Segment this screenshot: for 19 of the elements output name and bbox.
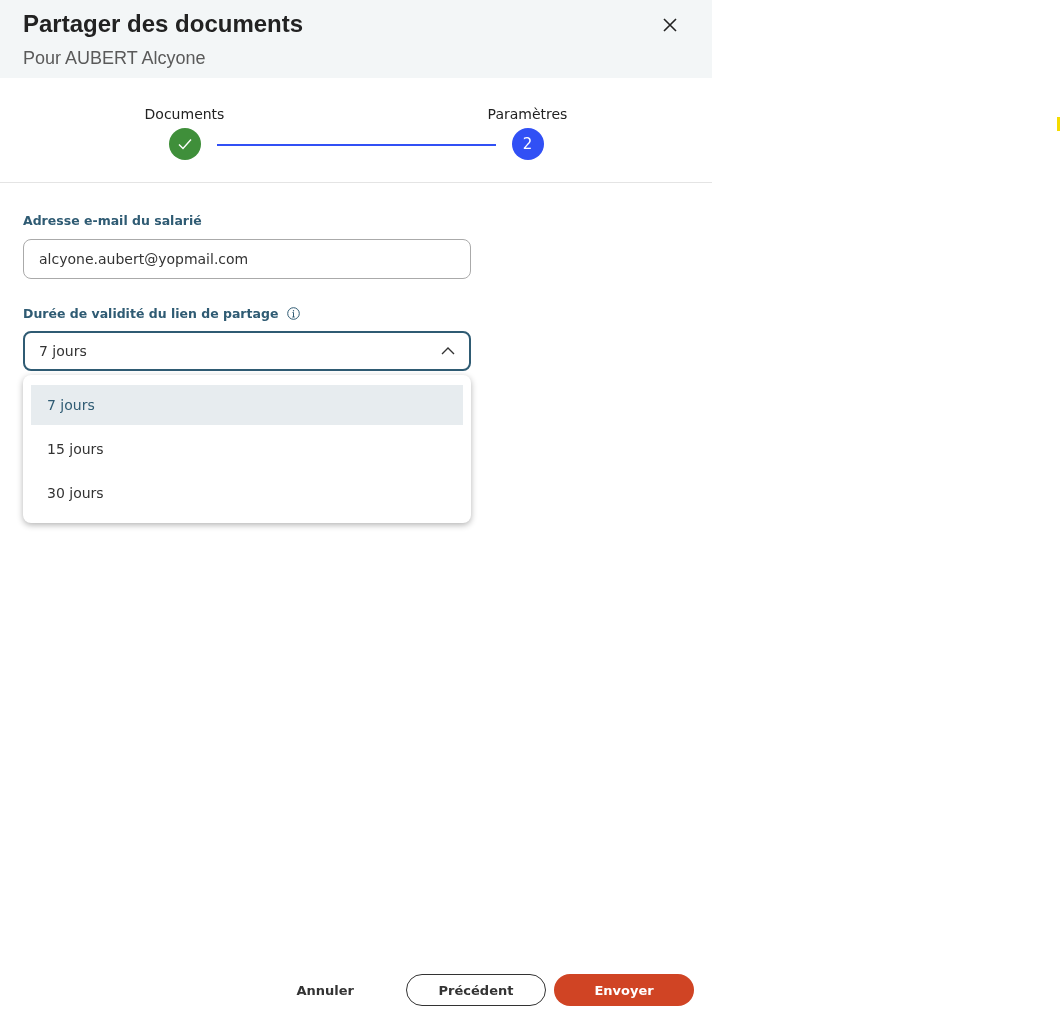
dropdown-option[interactable]: 7 jours: [31, 385, 463, 425]
previous-button[interactable]: Précédent: [406, 974, 546, 1006]
dropdown-option[interactable]: 30 jours: [31, 473, 463, 513]
close-icon[interactable]: [663, 18, 677, 32]
duration-select[interactable]: 7 jours: [23, 331, 471, 371]
step-label: Documents: [144, 105, 225, 123]
info-icon[interactable]: [287, 307, 301, 320]
edge-mark: [1057, 117, 1060, 131]
send-button[interactable]: Envoyer: [554, 974, 694, 1006]
dialog-title: Partager des documents: [23, 10, 304, 38]
step-label: Paramètres: [487, 105, 568, 123]
chevron-icon: [441, 347, 455, 355]
email-field[interactable]: alcyone.aubert@yopmail.com: [23, 239, 471, 279]
field-label: Adresse e-mail du salarié: [23, 213, 202, 228]
field-label: Durée de validité du lien de partage: [23, 306, 279, 321]
step-number: 2: [511, 128, 544, 160]
cancel-button[interactable]: Annuler: [276, 974, 374, 1006]
dropdown-option[interactable]: 15 jours: [31, 429, 463, 469]
dialog-subtitle: Pour AUBERT Alcyone: [23, 48, 206, 69]
